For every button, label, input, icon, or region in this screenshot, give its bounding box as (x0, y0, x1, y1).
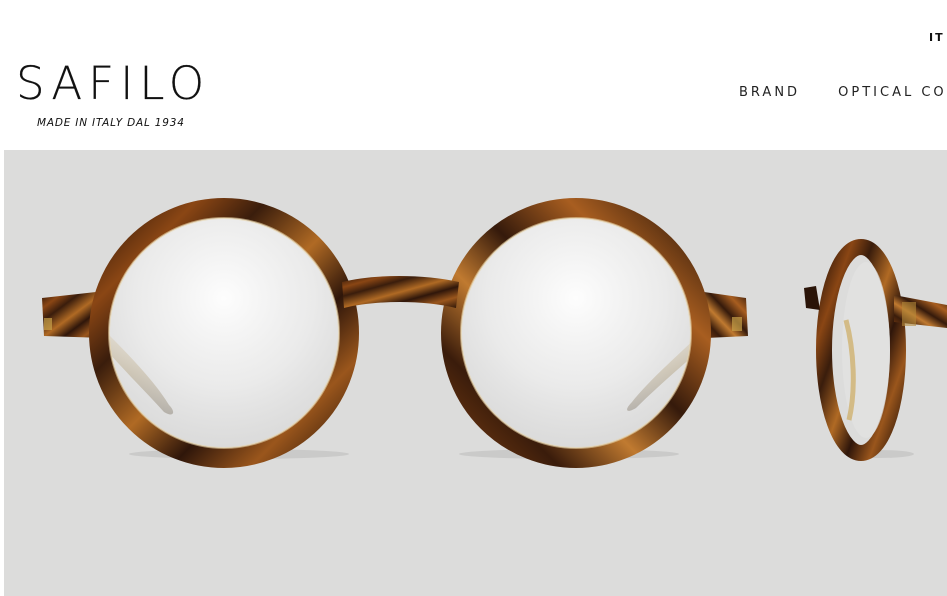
hero-banner[interactable] (4, 150, 947, 596)
side-view (804, 239, 947, 461)
eyeglasses-image (42, 198, 947, 468)
nav-item-brand[interactable]: BRAND (739, 85, 800, 100)
nav-item-optical-collection[interactable]: OPTICAL COLLE (838, 85, 947, 100)
language-switcher-it[interactable]: IT (929, 31, 945, 44)
site-header: IT SAFILO MADE IN ITALY DAL 1934 BRAND O… (0, 0, 947, 150)
logo-tagline: MADE IN ITALY DAL 1934 (37, 117, 185, 129)
safilo-logo[interactable]: SAFILO MADE IN ITALY DAL 1934 (16, 56, 216, 136)
logo-wordmark: SAFILO (16, 57, 211, 110)
main-nav: BRAND OPTICAL COLLE (739, 81, 947, 100)
